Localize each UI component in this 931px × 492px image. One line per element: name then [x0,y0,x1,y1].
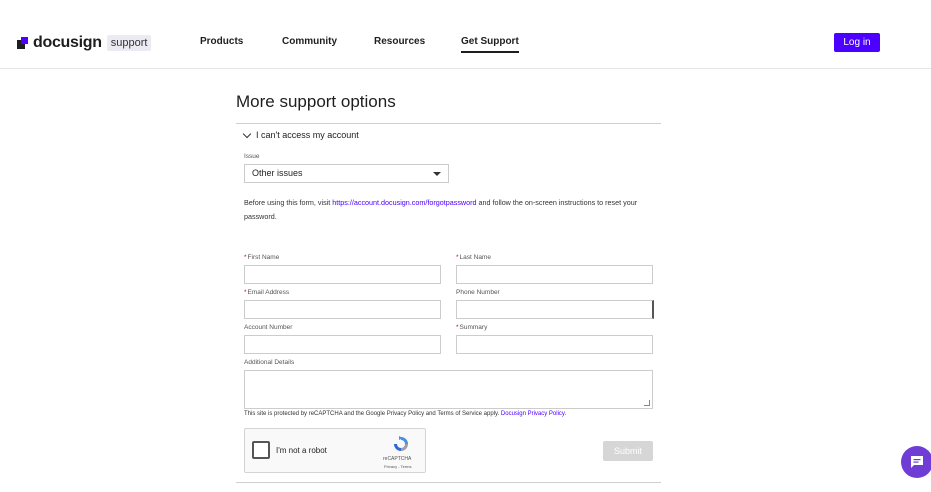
accordion-label: I can't access my account [256,130,359,140]
docusign-logo-icon [17,37,29,49]
bottom-divider [236,482,661,483]
additional-details-textarea[interactable] [244,370,653,409]
nav-community[interactable]: Community [282,36,337,47]
first-name-label: *First Name [244,254,280,261]
nav-resources[interactable]: Resources [374,36,425,47]
chat-button[interactable] [901,446,931,478]
summary-field[interactable] [456,335,653,354]
submit-button[interactable]: Submit [603,441,653,461]
accordion-cant-access-account[interactable]: I can't access my account [242,129,359,140]
phone-label: Phone Number [456,289,500,296]
account-number-field[interactable] [244,335,441,354]
recaptcha-checkbox[interactable] [252,441,270,459]
nav-get-support[interactable]: Get Support [461,36,519,53]
login-button[interactable]: Log in [834,33,880,52]
info-text-before: Before using this form, visit [244,198,333,207]
email-label: *Email Address [244,289,290,296]
title-divider [236,123,661,124]
docusign-logo[interactable]: docusign support [17,34,152,52]
page-title: More support options [236,92,396,111]
recaptcha-note: This site is protected by reCAPTCHA and … [244,411,567,417]
logo-text: docusign [33,34,102,51]
last-name-label: *Last Name [456,254,491,261]
forgot-password-link[interactable]: https://account.docusign.com/forgotpassw… [332,198,476,207]
caret-down-icon [433,172,441,176]
additional-details-label: Additional Details [244,359,295,366]
email-field[interactable] [244,300,441,319]
recaptcha-links[interactable]: Privacy - Terms [384,464,411,469]
privacy-policy-link[interactable]: Docusign Privacy Policy. [501,411,566,417]
resize-handle-icon[interactable] [644,400,650,406]
chat-icon [911,456,923,468]
chevron-down-icon [242,129,252,138]
issue-select[interactable]: Other issues [244,164,449,183]
recaptcha-widget: I'm not a robot reCAPTCHA Privacy - Term… [244,428,426,473]
issue-select-value: Other issues [252,168,303,178]
first-name-field[interactable] [244,265,441,284]
summary-label: *Summary [456,324,488,331]
recaptcha-label: I'm not a robot [276,446,327,455]
account-number-label: Account Number [244,324,293,331]
nav-products[interactable]: Products [200,36,243,47]
last-name-field[interactable] [456,265,653,284]
site-header: docusign support Products Community Reso… [0,0,931,69]
phone-field[interactable] [456,300,654,319]
info-text: Before using this form, visit https://ac… [244,196,664,224]
logo-support-badge: support [106,35,152,51]
recaptcha-icon [394,436,408,451]
recaptcha-brand: reCAPTCHA [383,456,412,462]
issue-label: Issue [244,153,260,160]
